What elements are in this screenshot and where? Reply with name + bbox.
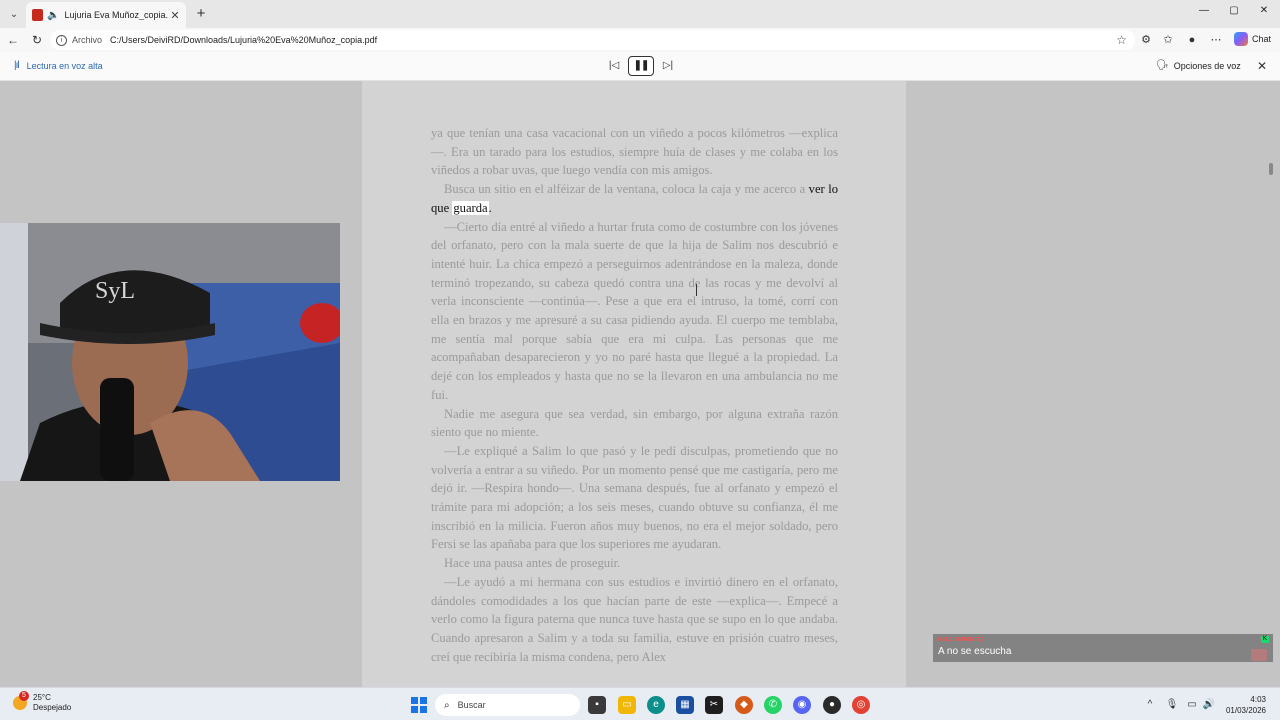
taskbar-search[interactable]: ⌕ Buscar	[435, 694, 580, 716]
new-tab-plus-icon[interactable]: +	[192, 5, 210, 23]
windows-start-icon[interactable]	[411, 697, 427, 713]
webcam-overlay: SyL	[0, 223, 340, 481]
scrollbar-thumb[interactable]	[1269, 163, 1273, 175]
paragraph-text: —Le ayudó a mi hermana con sus estudios …	[431, 574, 838, 664]
copilot-icon	[1234, 32, 1248, 46]
weather-widget[interactable]: 5 25°C Despejado	[13, 691, 72, 713]
voice-settings-icon: 🗣	[1156, 60, 1169, 71]
store-icon[interactable]: ▦	[676, 696, 694, 714]
kick-badge-icon: K	[1261, 636, 1269, 643]
search-icon: ⌕	[444, 699, 450, 711]
paragraph-text: Hace una pausa antes de proseguir.	[444, 556, 621, 571]
text-cursor-icon	[696, 284, 700, 296]
read-aloud-icon: |ıl	[14, 60, 20, 71]
address-bar-row: ← ↻ i Archivo C:/Users/DeiviRD/Downloads…	[0, 28, 1280, 52]
tab-title: Lujuria Eva Muñoz_copia.pdf	[64, 10, 168, 20]
volume-icon[interactable]: 🔊	[1202, 698, 1216, 712]
previous-paragraph-icon[interactable]: |◁	[606, 58, 622, 74]
sun-icon: 5	[13, 691, 29, 710]
cap-logo: SyL	[95, 278, 135, 304]
taskbar-clock[interactable]: 4:03 01/03/2026	[1222, 694, 1266, 716]
paragraph-text: —Le expliqué a Salim lo que pasó y le pe…	[431, 443, 838, 552]
maximize-button[interactable]: ▢	[1222, 5, 1246, 21]
more-menu-icon[interactable]: ⋯	[1208, 32, 1224, 48]
copilot-chat-button[interactable]: Chat	[1234, 32, 1271, 46]
tray-chevron-up-icon[interactable]: ^	[1143, 698, 1157, 712]
current-spoken-word: guarda	[452, 200, 489, 215]
paragraph: —Cierto día entré al viñedo a hurtar fru…	[431, 218, 838, 405]
obs-icon[interactable]: ●	[823, 696, 841, 714]
pause-button[interactable]: ❚❚	[628, 56, 654, 76]
taskbar: 5 25°C Despejado ⌕ Buscar ▪ ▭ e ▦ ✂ ◆ ✆ …	[0, 687, 1280, 720]
next-paragraph-icon[interactable]: ▷|	[660, 58, 676, 74]
refresh-icon[interactable]: ↻	[28, 31, 46, 49]
tab-bar: ⌄ 🔈 Lujuria Eva Muñoz_copia.pdf ✕ + — ▢ …	[0, 0, 1280, 28]
favorite-star-icon[interactable]: ☆	[1116, 33, 1127, 47]
microphone-icon[interactable]: 🎙	[1165, 698, 1179, 712]
chat-action-icon	[1251, 649, 1267, 661]
weather-badge: 5	[19, 691, 29, 701]
chat-username: MELLITAMONTES	[938, 637, 985, 643]
paragraph: ya que tenían una casa vacacional con un…	[431, 124, 838, 180]
info-icon[interactable]: i	[56, 34, 67, 46]
back-arrow-icon[interactable]: ←	[4, 31, 22, 49]
paragraph-text: ya que tenían una casa vacacional con un…	[431, 126, 838, 178]
file-scheme-label: Archivo	[72, 35, 103, 45]
whatsapp-icon[interactable]: ✆	[764, 696, 782, 714]
clock-time: 4:03	[1250, 695, 1266, 704]
paragraph-text: .	[488, 200, 492, 215]
paragraph-text: Busca un sitio en el alféizar de la vent…	[444, 182, 809, 197]
read-aloud-bar: |ıl Lectura en voz alta |◁ ❚❚ ▷| 🗣 Opcio…	[0, 52, 1280, 81]
tab-close-icon[interactable]: ✕	[168, 9, 182, 22]
read-aloud-title: |ıl Lectura en voz alta	[14, 60, 103, 71]
network-icon[interactable]: ▭	[1185, 698, 1199, 712]
paragraph-text: Nadie me asegura que sea verdad, sin emb…	[431, 406, 838, 440]
search-placeholder: Buscar	[457, 700, 486, 710]
favorites-icon[interactable]: ✩	[1160, 32, 1176, 48]
paragraph: Nadie me asegura que sea verdad, sin emb…	[431, 405, 838, 442]
speaker-icon[interactable]: 🔈	[47, 10, 59, 21]
minimize-button[interactable]: —	[1192, 5, 1216, 21]
weather-desc: Despejado	[33, 703, 72, 712]
task-view-icon[interactable]: ▪	[588, 696, 606, 714]
pdf-page: ya que tenían una casa vacacional con un…	[362, 81, 906, 687]
chrome-icon[interactable]: ◎	[852, 696, 870, 714]
paragraph: Hace una pausa antes de proseguir.	[431, 554, 838, 573]
stream-chat-message: MELLITAMONTES A no se escucha K	[933, 634, 1273, 662]
edge-browser-icon[interactable]: e	[647, 696, 665, 714]
brave-browser-icon[interactable]: ◆	[735, 696, 753, 714]
close-window-button[interactable]: ✕	[1252, 5, 1276, 21]
copilot-label: Chat	[1252, 34, 1272, 44]
profile-avatar-icon[interactable]: ●	[1184, 32, 1200, 48]
tab-actions-chevron-icon[interactable]: ⌄	[5, 5, 23, 23]
voice-options-label: Opciones de voz	[1173, 60, 1241, 71]
read-aloud-label: Lectura en voz alta	[26, 60, 103, 71]
webcam-image: SyL	[0, 223, 340, 481]
paragraph: Busca un sitio en el alféizar de la vent…	[431, 180, 838, 217]
tab-pdf[interactable]: 🔈 Lujuria Eva Muñoz_copia.pdf ✕	[26, 2, 186, 28]
close-read-aloud-icon[interactable]: ✕	[1254, 58, 1270, 74]
page-text: ya que tenían una casa vacacional con un…	[431, 124, 838, 666]
paragraph-text: —Cierto día entré al viñedo a hurtar fru…	[431, 219, 838, 402]
capcut-icon[interactable]: ✂	[705, 696, 723, 714]
url-text: C:/Users/DeiviRD/Downloads/Lujuria%20Eva…	[110, 35, 378, 45]
file-explorer-icon[interactable]: ▭	[618, 696, 636, 714]
voice-options-button[interactable]: 🗣 Opciones de voz	[1156, 60, 1241, 71]
paragraph: —Le ayudó a mi hermana con sus estudios …	[431, 573, 838, 667]
discord-icon[interactable]: ◉	[793, 696, 811, 714]
extensions-icon[interactable]: ⚙	[1138, 32, 1154, 48]
paragraph: —Le expliqué a Salim lo que pasó y le pe…	[431, 442, 838, 554]
pdf-icon	[32, 9, 43, 21]
weather-temp: 25°C	[33, 693, 51, 702]
clock-date: 01/03/2026	[1225, 706, 1266, 715]
address-field[interactable]: i Archivo C:/Users/DeiviRD/Downloads/Luj…	[50, 30, 1135, 50]
chat-message-text: A no se escucha	[938, 646, 1012, 657]
